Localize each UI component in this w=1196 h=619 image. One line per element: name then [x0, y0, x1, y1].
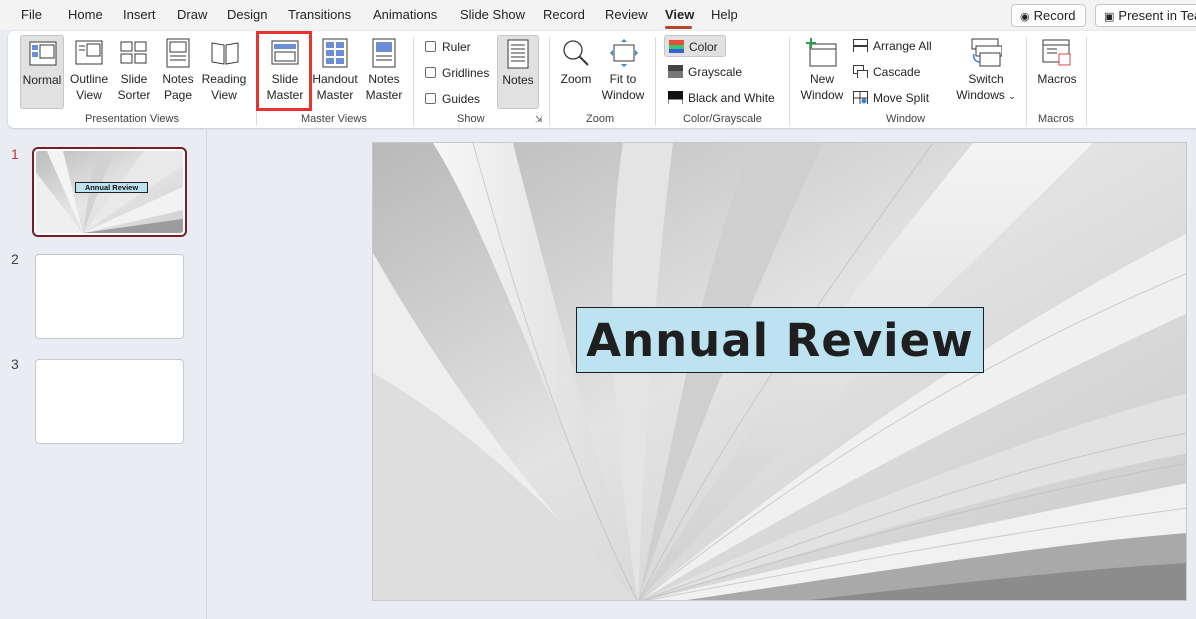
menu-draw[interactable]: Draw — [177, 7, 207, 22]
slide-thumbnail-1[interactable]: Annual Review — [32, 147, 187, 237]
zoom-button[interactable]: Zoom — [556, 35, 596, 109]
black-and-white-button[interactable]: Black and White — [668, 91, 775, 105]
cascade-icon — [853, 65, 868, 78]
slide-number: 2 — [11, 251, 19, 267]
macros-button[interactable]: Macros — [1034, 35, 1080, 109]
menu-bar: File Home Insert Draw Design Transitions… — [0, 0, 1196, 30]
slide-number: 1 — [11, 146, 19, 162]
notes-toggle-button[interactable]: Notes — [497, 35, 539, 109]
checkbox-icon — [425, 41, 436, 52]
thumbnail-background: Annual Review — [36, 151, 183, 233]
notes-master-icon — [372, 38, 396, 68]
separator — [549, 37, 550, 125]
record-button[interactable]: ◉ Record — [1011, 4, 1086, 27]
chevron-down-icon: ⌄ — [1008, 91, 1016, 101]
thumbnail-title: Annual Review — [75, 182, 148, 193]
guides-checkbox[interactable]: Guides — [425, 92, 480, 106]
cascade-button[interactable]: Cascade — [853, 65, 920, 79]
normal-view-button[interactable]: Normal — [20, 35, 64, 109]
notes-page-button[interactable]: Notes Page — [158, 35, 198, 109]
arrange-all-icon — [853, 39, 868, 52]
present-icon: ▣ — [1104, 11, 1115, 23]
black-white-icon — [668, 91, 683, 104]
group-label-window: Window — [886, 113, 926, 125]
menu-file[interactable]: File — [21, 7, 42, 22]
menu-home[interactable]: Home — [68, 7, 103, 22]
active-tab-underline — [665, 26, 692, 29]
move-split-button[interactable]: Move Split — [853, 91, 929, 105]
switch-windows-icon — [971, 38, 1002, 67]
gridlines-checkbox[interactable]: Gridlines — [425, 66, 489, 80]
menu-insert[interactable]: Insert — [123, 7, 156, 22]
slide-sorter-icon — [120, 41, 147, 64]
slide-title[interactable]: Annual Review — [576, 307, 984, 373]
menu-design[interactable]: Design — [227, 7, 267, 22]
notes-master-button[interactable]: Notes Master — [362, 35, 406, 109]
notes-icon — [507, 39, 529, 69]
slide-master-icon — [271, 40, 299, 65]
macros-icon — [1042, 39, 1071, 66]
slide-thumbnail-3[interactable] — [35, 359, 184, 444]
new-window-button[interactable]: New Window — [797, 35, 847, 109]
separator — [1026, 37, 1027, 125]
menu-animations[interactable]: Animations — [373, 7, 437, 22]
present-in-teams-button[interactable]: ▣ Present in Tea — [1095, 4, 1196, 27]
group-label-color-grayscale: Color/Grayscale — [683, 113, 762, 125]
move-split-icon — [853, 91, 868, 104]
fit-to-window-button[interactable]: Fit to Window — [598, 35, 648, 109]
slide-number: 3 — [11, 356, 19, 372]
reading-view-button[interactable]: Reading View — [201, 35, 247, 109]
group-label-macros: Macros — [1038, 113, 1075, 125]
normal-view-icon — [29, 41, 57, 66]
magnifier-icon — [563, 40, 589, 66]
menu-help[interactable]: Help — [711, 7, 738, 22]
separator — [789, 37, 790, 125]
notes-page-icon — [166, 38, 190, 68]
grayscale-icon — [668, 65, 683, 78]
record-icon: ◉ — [1020, 11, 1030, 23]
fit-to-window-icon — [610, 39, 638, 67]
menu-transitions[interactable]: Transitions — [288, 7, 351, 22]
arrange-all-button[interactable]: Arrange All — [853, 39, 932, 53]
separator — [256, 37, 257, 125]
color-icon — [669, 40, 684, 53]
group-label-zoom: Zoom — [586, 113, 615, 125]
handout-master-button[interactable]: Handout Master — [311, 35, 359, 109]
outline-view-icon — [75, 40, 103, 65]
menu-slide-show[interactable]: Slide Show — [460, 7, 525, 22]
menu-record[interactable]: Record — [543, 7, 585, 22]
outline-view-button[interactable]: Outline View — [66, 35, 112, 109]
switch-windows-button[interactable]: Switch Windows ⌄ — [954, 35, 1018, 109]
handout-master-icon — [322, 38, 348, 68]
color-button[interactable]: Color — [664, 35, 726, 57]
ruler-checkbox[interactable]: Ruler — [425, 40, 471, 54]
checkbox-icon — [425, 93, 436, 104]
group-label-master-views: Master Views — [301, 113, 367, 125]
menu-review[interactable]: Review — [605, 7, 648, 22]
menu-view[interactable]: View — [665, 7, 694, 22]
slide-sorter-button[interactable]: Slide Sorter — [114, 35, 154, 109]
grayscale-button[interactable]: Grayscale — [668, 65, 742, 79]
slide-thumbnail-2[interactable] — [35, 254, 184, 339]
switch-windows-label: Windows ⌄ — [956, 88, 1016, 102]
show-dialog-launcher-icon[interactable]: ⇲ — [535, 114, 543, 125]
separator — [1086, 37, 1087, 125]
group-label-presentation-views: Presentation Views — [85, 113, 179, 125]
separator — [655, 37, 656, 125]
slide-master-button[interactable]: Slide Master — [262, 35, 308, 109]
group-label-show: Show — [457, 113, 485, 125]
reading-view-icon — [211, 42, 239, 65]
checkbox-icon — [425, 67, 436, 78]
new-window-icon — [806, 38, 837, 67]
separator — [413, 37, 414, 125]
